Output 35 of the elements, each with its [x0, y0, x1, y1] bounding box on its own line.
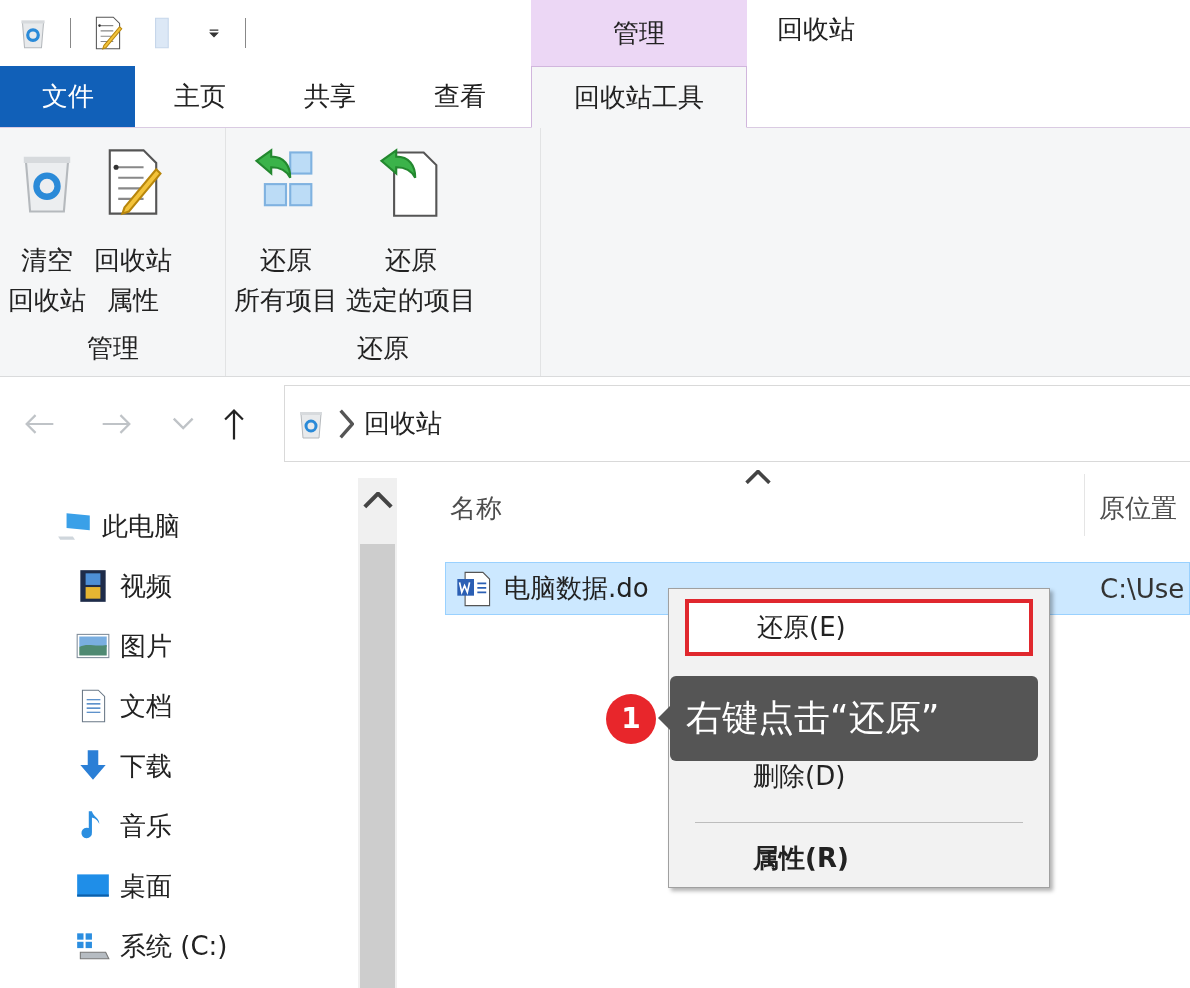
- breadcrumb-separator-icon: [339, 408, 355, 439]
- breadcrumb-item[interactable]: 回收站: [364, 406, 443, 441]
- ribbon-tab[interactable]: 共享: [265, 66, 395, 127]
- scroll-up-icon: [362, 492, 393, 509]
- ribbon-button[interactable]: 还原 选定的项目: [346, 144, 476, 331]
- table-cell-text: C:\Use: [1099, 573, 1185, 604]
- sidebar-item[interactable]: 系统 (C:): [74, 916, 228, 976]
- ribbon-tab[interactable]: 主页: [135, 66, 265, 127]
- ribbon-tab[interactable]: 回收站工具: [531, 66, 747, 128]
- sidebar-item[interactable]: 视频: [74, 556, 172, 616]
- step-badge: 1: [606, 693, 656, 744]
- ribbon-group-label: 还原: [356, 332, 410, 365]
- ribbon-button[interactable]: 回收站 属性: [94, 144, 172, 331]
- column-header[interactable]: 名称: [445, 491, 1084, 526]
- menu-item[interactable]: 还原(E): [685, 599, 1033, 657]
- ribbon-tab[interactable]: 文件: [0, 66, 135, 127]
- sidebar-item[interactable]: 此电脑: [56, 496, 180, 556]
- sidebar-item[interactable]: 下载: [74, 736, 172, 796]
- sidebar-item[interactable]: 音乐: [74, 796, 172, 856]
- sort-caret-icon: [745, 470, 771, 485]
- file-name: 电脑数据.do: [504, 572, 649, 605]
- scrollbar[interactable]: [358, 478, 397, 988]
- sidebar-item[interactable]: 桌面: [74, 856, 172, 916]
- sidebar-item[interactable]: 图片: [74, 616, 172, 676]
- tooltip-pointer: [658, 706, 670, 730]
- ribbon-button[interactable]: 清空 回收站: [8, 144, 86, 331]
- context-tab-group-label: 管理: [531, 0, 747, 66]
- window-title: 回收站: [776, 13, 856, 46]
- ribbon-button[interactable]: 还原 所有项目: [234, 144, 338, 331]
- column-header[interactable]: 原位置: [1085, 491, 1177, 526]
- menu-item[interactable]: 属性(R): [685, 830, 1033, 887]
- ribbon-tab[interactable]: 查看: [395, 66, 525, 127]
- address-bar[interactable]: 回收站: [284, 385, 1190, 462]
- sidebar-item[interactable]: 文档: [74, 676, 172, 736]
- ribbon-group-label: 管理: [85, 332, 140, 365]
